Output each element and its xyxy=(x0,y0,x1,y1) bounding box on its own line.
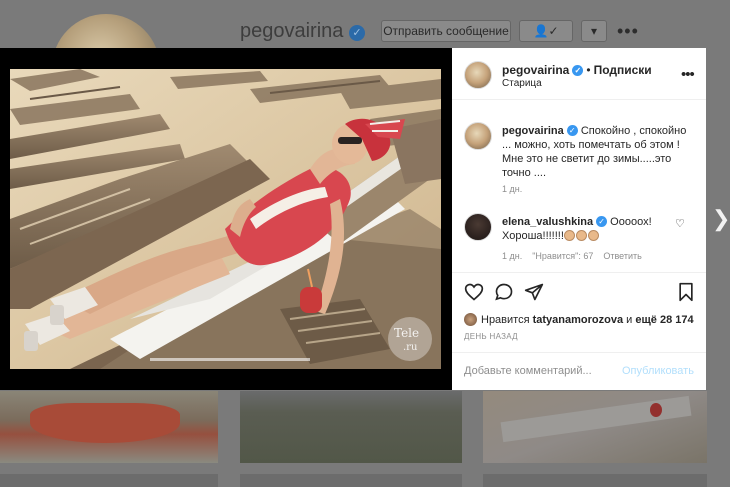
heart-icon[interactable] xyxy=(464,282,484,302)
photo-pane: Tele .ru xyxy=(0,48,452,390)
comment-time[interactable]: 1 дн. xyxy=(502,251,522,261)
chevron-right-icon[interactable]: ❯ xyxy=(712,207,730,231)
following-button[interactable]: 👤✓ xyxy=(519,20,573,42)
likes-others-count[interactable]: ещё 28 174 xyxy=(635,314,693,326)
post-header: pegovairina ✓ • Подписки Старица ••• xyxy=(452,48,706,100)
clap-emoji-icon xyxy=(575,230,587,241)
verified-icon: ✓ xyxy=(566,125,578,136)
publish-button[interactable]: Опубликовать xyxy=(622,365,694,377)
dot-separator: • xyxy=(586,63,591,77)
comment-likes-count[interactable]: "Нравится": 67 xyxy=(532,251,593,261)
likes-prefix: Нравится xyxy=(481,314,530,326)
liker-username[interactable]: tatyanamorozova xyxy=(533,314,623,326)
thumbnail-drink xyxy=(650,403,662,417)
clap-emoji-icon xyxy=(563,230,575,241)
grid-thumbnail[interactable] xyxy=(0,391,218,463)
caption-username[interactable]: pegovairina xyxy=(502,125,564,137)
more-options-icon[interactable]: ••• xyxy=(681,66,695,83)
grid-thumbnail[interactable] xyxy=(240,391,462,463)
share-icon[interactable] xyxy=(524,282,544,302)
comment-like-heart-icon[interactable]: ♡ xyxy=(675,217,685,230)
comment-icon[interactable] xyxy=(494,282,514,302)
grid-thumbnail[interactable] xyxy=(483,474,707,487)
author-username[interactable]: pegovairina xyxy=(502,63,569,77)
post-time[interactable]: ДЕНЬ НАЗАД xyxy=(464,332,518,341)
caret-down-button[interactable]: ▾ xyxy=(581,20,607,42)
clap-emoji-icon xyxy=(587,230,599,241)
post-location[interactable]: Старица xyxy=(502,78,542,89)
svg-text:.ru: .ru xyxy=(403,342,418,353)
commenter-avatar[interactable] xyxy=(464,213,492,241)
beach-photo-illustration: Tele .ru xyxy=(10,69,441,369)
grid-thumbnail[interactable] xyxy=(0,474,218,487)
likes-summary: Нравится tatyanamorozova и ещё 28 174 xyxy=(464,313,694,326)
profile-username: pegovairina xyxy=(240,20,344,42)
comment-meta: 1 дн. "Нравится": 67 Ответить xyxy=(502,251,652,261)
post-author-line: pegovairina ✓ • Подписки xyxy=(502,63,652,77)
send-message-button[interactable]: Отправить сообщение xyxy=(381,20,511,42)
verified-icon: ✓ xyxy=(572,65,584,76)
grid-thumbnail[interactable] xyxy=(240,474,462,487)
post-photo[interactable]: Tele .ru xyxy=(10,69,441,369)
comment-reply-button[interactable]: Ответить xyxy=(603,251,641,261)
verified-icon: ✓ xyxy=(596,216,608,227)
caption-meta: 1 дн. xyxy=(502,184,532,194)
more-options-icon[interactable]: ••• xyxy=(617,21,639,42)
verified-icon: ✓ xyxy=(349,25,365,41)
comment-input[interactable] xyxy=(464,365,614,377)
thumbnail-scarf xyxy=(30,403,180,443)
bookmark-icon[interactable] xyxy=(676,282,696,302)
grid-thumbnail[interactable] xyxy=(483,391,707,463)
commenter-username[interactable]: elena_valushkina xyxy=(502,216,593,228)
comment-text-block: elena_valushkina ✓ Ооооох! Хороша!!!!!!! xyxy=(502,215,692,243)
caption-text-block: pegovairina ✓ Спокойно , спокойно ... мож… xyxy=(502,124,692,180)
author-avatar[interactable] xyxy=(464,61,492,89)
liker-avatar xyxy=(464,313,477,326)
thumbnail-towel xyxy=(500,395,692,443)
likes-middle: и xyxy=(626,314,633,326)
photo-watermark: Tele xyxy=(394,326,419,340)
following-link[interactable]: Подписки xyxy=(594,63,652,77)
caption-avatar[interactable] xyxy=(464,122,492,150)
post-sidebar: pegovairina ✓ • Подписки Старица ••• pegova… xyxy=(452,48,706,390)
post-modal: Tele .ru pegovairina ✓ • Подписки Старица •… xyxy=(0,48,706,390)
caption-time[interactable]: 1 дн. xyxy=(502,184,522,194)
comment-composer: Опубликовать xyxy=(452,352,706,390)
